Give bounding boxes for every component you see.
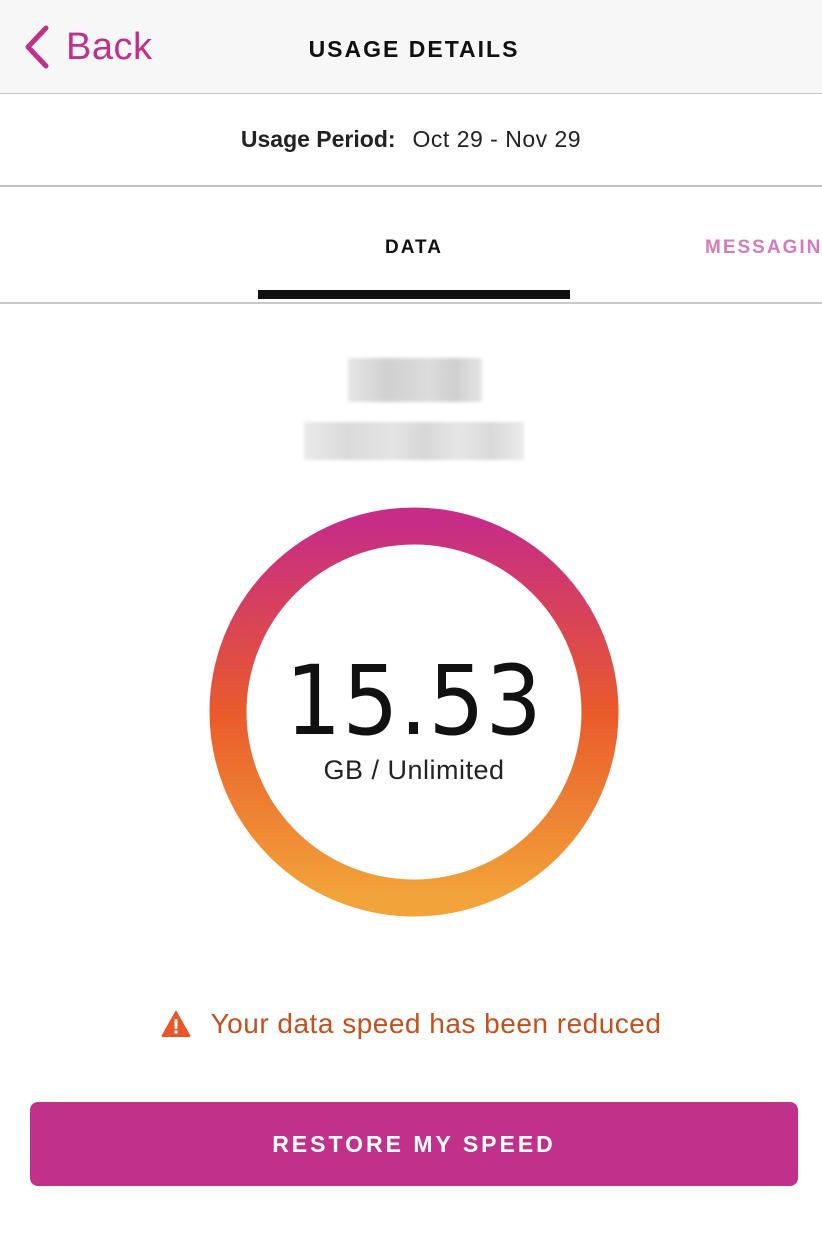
speed-reduced-message: Your data speed has been reduced [210, 1008, 662, 1039]
data-plan-unit: GB / Unlimited [323, 755, 505, 785]
warning-icon [161, 1011, 191, 1037]
usage-gauge: 15.53 GB / Unlimited [209, 507, 619, 917]
usage-tabs: DATA MESSAGIN [0, 187, 822, 304]
usage-period-label: Usage Period: [240, 126, 396, 152]
tab-messaging[interactable]: MESSAGIN [705, 237, 822, 259]
redacted-line-name [348, 358, 482, 402]
navigation-bar: Back USAGE DETAILS [0, 0, 822, 94]
restore-speed-button[interactable]: RESTORE MY SPEED [30, 1102, 798, 1186]
data-used-value: 15.53 [285, 645, 543, 757]
usage-period-value: Oct 29 - Nov 29 [412, 126, 582, 152]
selected-tab-indicator [258, 290, 570, 299]
page-title: USAGE DETAILS [308, 36, 520, 62]
usage-period-row: Usage Period: Oct 29 - Nov 29 [0, 94, 822, 187]
tab-data[interactable]: DATA [258, 237, 570, 259]
speed-reduced-alert: Your data speed has been reduced [0, 1002, 822, 1046]
redacted-line-number [304, 422, 524, 460]
